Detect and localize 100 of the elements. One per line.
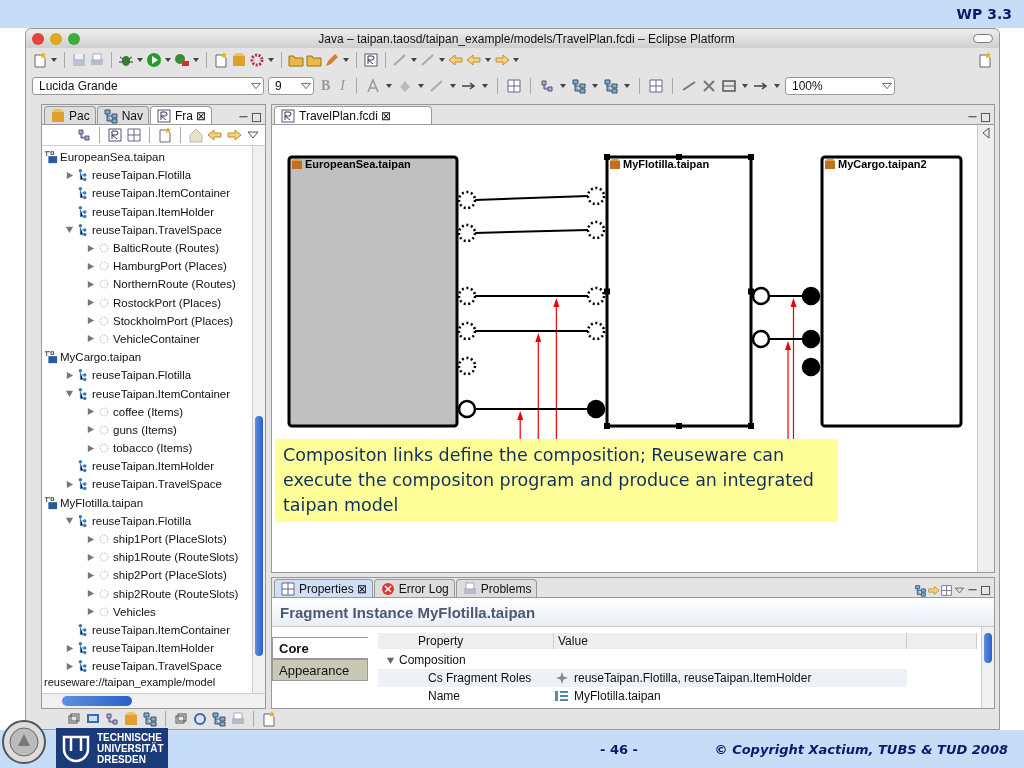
tree-item[interactable]: reuseTaipan.ItemHolder (92, 460, 215, 473)
tree-item[interactable]: BalticRoute (Routes) (113, 242, 220, 255)
document-icon[interactable] (280, 107, 296, 124)
arrange-icon[interactable] (539, 78, 555, 94)
tree-item[interactable]: ship1Port (PlaceSlots) (113, 533, 227, 546)
tree-icon[interactable] (914, 584, 927, 597)
box-icon[interactable] (721, 78, 737, 94)
tree-item[interactable]: HamburgPort (Places) (113, 260, 227, 273)
expand-arrow-icon[interactable] (65, 516, 74, 526)
expand-arrow-icon[interactable] (86, 261, 95, 271)
close-icon[interactable]: ⊠ (196, 108, 207, 123)
tree-item[interactable]: ship2Port (PlaceSlots) (113, 569, 227, 582)
toolbar-toggle-button[interactable] (973, 34, 993, 43)
cross-icon[interactable] (701, 78, 717, 94)
model-file-icon[interactable] (44, 350, 58, 365)
port[interactable] (457, 286, 477, 306)
expand-arrow-icon[interactable] (86, 407, 95, 417)
expand-arrow-icon[interactable] (86, 279, 95, 289)
model-file-icon[interactable] (44, 495, 58, 510)
port[interactable] (586, 399, 606, 419)
tree-item[interactable]: reuseTaipan.ItemHolder (92, 205, 215, 218)
editor-tab[interactable]: TravelPlan.fcdi ⊠ (274, 106, 432, 124)
close-icon[interactable]: ⊠ (380, 108, 391, 123)
expand-arrow-icon[interactable] (65, 479, 74, 489)
tree-item[interactable]: tobacco (Items) (113, 442, 193, 455)
tree-item[interactable]: guns (Items) (113, 423, 177, 436)
tree-item[interactable]: MyCargo.taipan (60, 351, 142, 364)
expand-arrow-icon[interactable] (86, 243, 95, 253)
tree-item[interactable]: MyFlotilla.taipan (60, 496, 144, 509)
tree-item[interactable]: NorthernRoute (Routes) (113, 278, 236, 291)
view-tab[interactable]: Pac (44, 106, 96, 124)
tree-item[interactable]: reuseTaipan.TravelSpace (92, 660, 222, 673)
tree-item[interactable]: StockholmPort (Places) (113, 314, 234, 327)
tree-item[interactable]: reuseTaipan.TravelSpace (92, 223, 222, 236)
tree-item[interactable]: ship2Route (RouteSlots) (113, 587, 239, 600)
expand-arrow-icon[interactable] (65, 389, 74, 399)
fragment-box[interactable] (604, 154, 754, 429)
port[interactable] (751, 286, 771, 306)
fragment-box[interactable] (820, 155, 963, 428)
port[interactable] (586, 186, 606, 206)
expand-arrow-icon[interactable] (86, 443, 95, 453)
font-dropdown[interactable]: Lucida Grande (32, 77, 264, 95)
port[interactable] (586, 220, 606, 240)
tree-item[interactable]: reuseTaipan.Flotilla (92, 169, 192, 182)
fragment-box[interactable] (287, 155, 459, 428)
port[interactable] (801, 357, 821, 377)
port[interactable] (801, 286, 821, 306)
error-icon[interactable] (379, 580, 396, 597)
expand-arrow-icon[interactable] (65, 225, 74, 235)
column-header[interactable]: Value (554, 633, 907, 649)
expand-arrow-icon[interactable] (386, 655, 395, 665)
forward-arrow-icon[interactable] (226, 127, 242, 143)
tree-item[interactable]: EuropeanSea.taipan (60, 151, 165, 164)
expand-arrow-icon[interactable] (65, 661, 74, 671)
gear-icon[interactable] (249, 52, 265, 68)
link-line[interactable] (474, 195, 589, 201)
tree-item[interactable]: ship1Route (RouteSlots) (113, 551, 239, 564)
folder-icon[interactable] (306, 52, 322, 68)
line-color-icon[interactable] (429, 78, 445, 94)
tree-item[interactable]: reuseTaipan.ItemContainer (92, 387, 231, 400)
new-file-icon[interactable] (261, 711, 277, 727)
navigator-icon[interactable] (102, 107, 119, 124)
back-arrow-icon[interactable] (207, 127, 223, 143)
expand-arrow-icon[interactable] (65, 370, 74, 380)
window-icon[interactable] (173, 711, 189, 727)
line-icon[interactable] (681, 78, 697, 94)
perspective-icon[interactable] (977, 52, 993, 68)
font-color-icon[interactable] (365, 78, 381, 94)
add-icon[interactable] (76, 127, 92, 143)
tree-item[interactable]: coffee (Items) (113, 405, 184, 418)
port[interactable] (586, 321, 606, 341)
grid-icon[interactable] (648, 78, 664, 94)
link-line[interactable] (474, 229, 589, 234)
document-icon[interactable] (363, 52, 379, 68)
view-tab[interactable]: Nav (96, 106, 150, 124)
port[interactable] (457, 321, 477, 341)
expand-arrow-icon[interactable] (86, 552, 95, 562)
expand-arrow-icon[interactable] (86, 607, 95, 617)
tree-item[interactable]: reuseTaipan.ItemHolder (92, 642, 215, 655)
view-tab[interactable]: Problems (455, 579, 538, 597)
run-icon[interactable] (146, 52, 162, 68)
horizontal-scrollbar[interactable] (42, 693, 265, 708)
expand-arrow-icon[interactable] (86, 298, 95, 308)
port[interactable] (457, 223, 477, 243)
port[interactable] (751, 329, 771, 349)
tree-item[interactable]: reuseTaipan.ItemContainer (92, 187, 231, 200)
section-tab[interactable]: Appearance (272, 659, 368, 681)
port[interactable] (457, 356, 477, 376)
tree-item[interactable]: reuseTaipan.Flotilla (92, 369, 192, 382)
model-file-icon[interactable] (44, 150, 58, 165)
maximize-icon[interactable] (250, 111, 263, 124)
tree-item[interactable]: reuseTaipan.Flotilla (92, 514, 192, 527)
table-icon[interactable] (280, 580, 296, 597)
expand-arrow-icon[interactable] (86, 534, 95, 544)
zoom-button[interactable] (68, 32, 80, 45)
port[interactable] (457, 190, 477, 210)
expand-arrow-icon[interactable] (86, 316, 95, 326)
port[interactable] (457, 399, 477, 419)
expand-arrow-icon[interactable] (65, 643, 74, 653)
tree-item[interactable]: VehicleContainer (113, 332, 200, 345)
